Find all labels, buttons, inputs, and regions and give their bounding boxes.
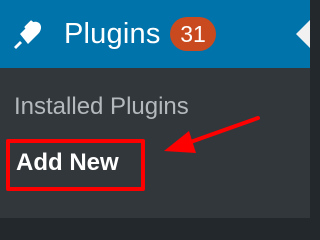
plugin-update-count-badge: 31 [170, 17, 216, 51]
current-menu-arrow [296, 20, 310, 48]
plugins-menu-item[interactable]: Plugins 31 [0, 0, 310, 68]
plugins-menu-title: Plugins [64, 18, 161, 50]
plug-icon [14, 20, 42, 49]
arrow-pointer-icon [164, 116, 260, 153]
annotation-highlight-box [6, 139, 145, 191]
admin-menu: Plugins 31 Installed Plugins Add New [0, 0, 310, 218]
